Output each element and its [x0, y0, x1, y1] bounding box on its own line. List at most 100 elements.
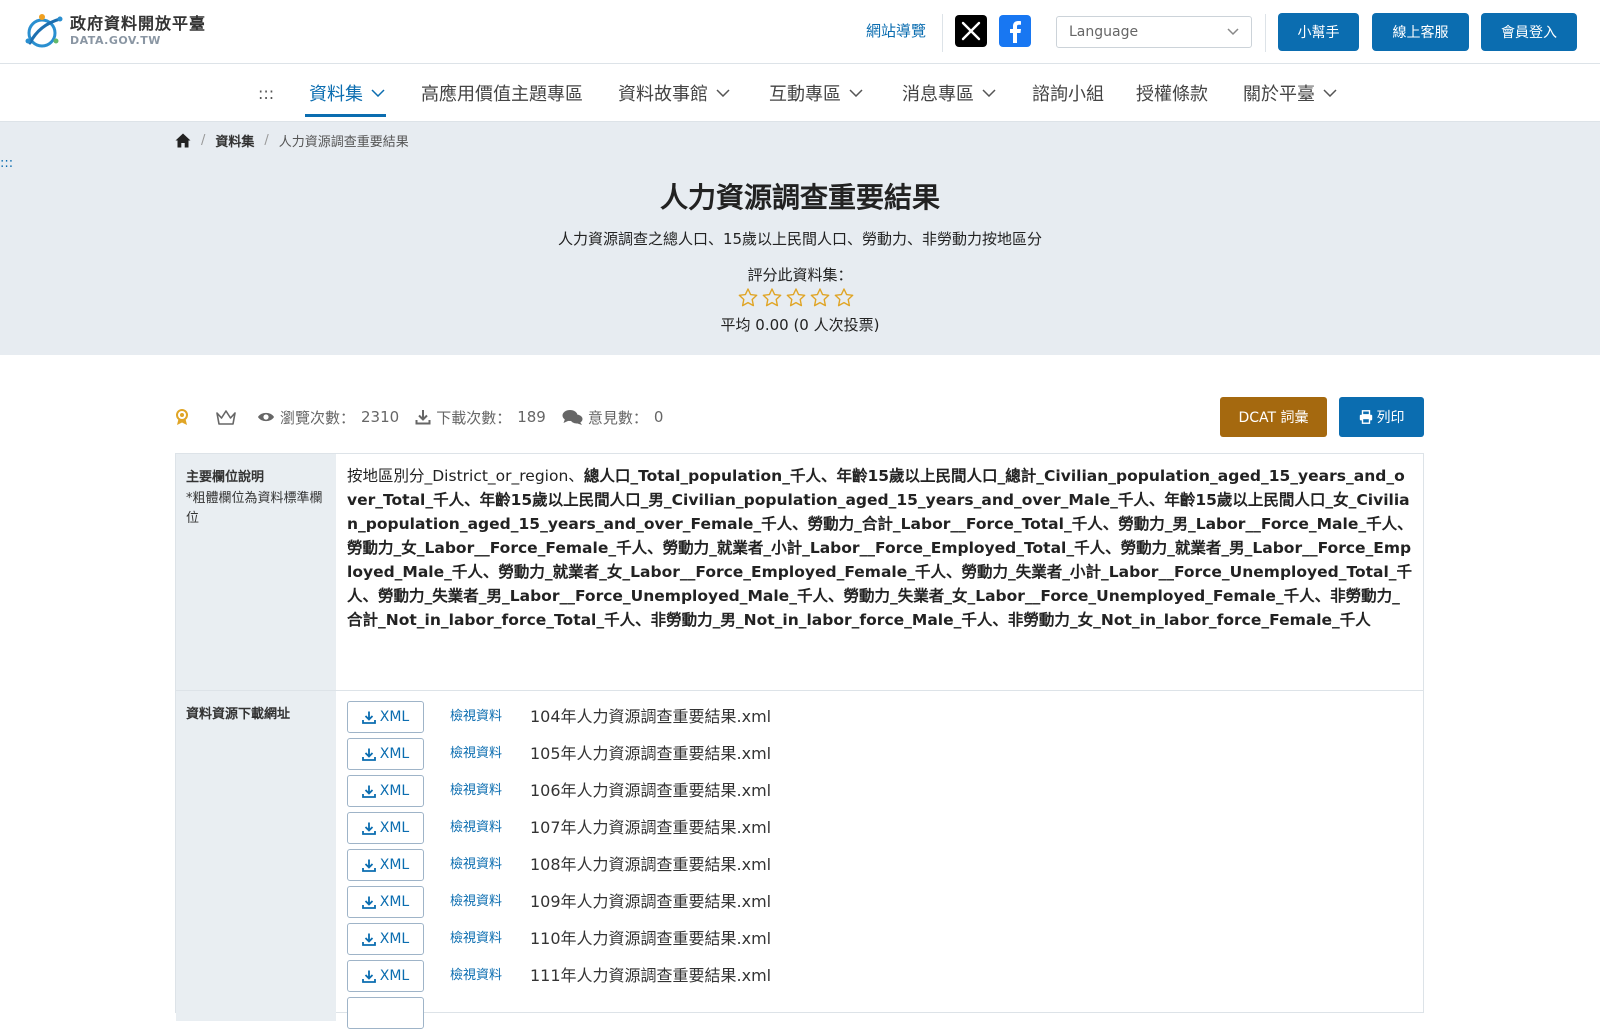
online-service-button[interactable]: 線上客服	[1372, 13, 1469, 51]
view-data-link[interactable]: 檢視資料	[450, 964, 506, 988]
xml-download-button[interactable]: XML	[347, 701, 424, 733]
main-fields-plain: 按地區別分_District_or_region、	[347, 467, 584, 485]
star-icon[interactable]	[738, 288, 758, 307]
rate-label: 評分此資料集：	[747, 266, 853, 284]
nav-item-license[interactable]: 授權條款	[1136, 78, 1208, 108]
content-skip-anchor[interactable]: :::	[0, 156, 13, 171]
view-data-link[interactable]: 檢視資料	[450, 890, 506, 914]
view-data-link[interactable]: 檢視資料	[450, 742, 506, 766]
star-icon[interactable]	[786, 288, 806, 307]
resource-item: XML 檢視資料 109年人力資源調查重要結果.xml	[347, 886, 771, 918]
xml-download-button[interactable]: XML	[347, 886, 424, 918]
resource-filename: 104年人力資源調查重要結果.xml	[530, 707, 772, 726]
header-divider	[1265, 14, 1266, 52]
breadcrumb: / 資料集 / 人力資源調查重要結果	[175, 128, 409, 152]
nav-item-about[interactable]: 關於平臺	[1243, 78, 1337, 108]
resource-item: XML 檢視資料 107年人力資源調查重要結果.xml	[347, 812, 771, 844]
xml-download-button[interactable]: XML	[347, 849, 424, 881]
view-data-link[interactable]: 檢視資料	[450, 779, 506, 803]
main-fields-header: 主要欄位說明 *粗體欄位為資料標準欄位	[176, 454, 336, 690]
download-icon	[361, 822, 376, 835]
star-icon[interactable]	[810, 288, 830, 307]
resource-filename: 105年人力資源調查重要結果.xml	[530, 744, 772, 763]
nav-item-high-value[interactable]: 高應用價值主題專區	[421, 78, 583, 108]
xml-download-button[interactable]: XML	[347, 738, 424, 770]
xml-download-button[interactable]: XML	[347, 812, 424, 844]
view-data-link[interactable]: 檢視資料	[450, 816, 506, 840]
xml-download-button[interactable]	[347, 997, 424, 1029]
nav-item-label: 授權條款	[1136, 84, 1208, 105]
xml-download-label: XML	[379, 968, 410, 984]
logo-subtitle: DATA.GOV.TW	[70, 34, 161, 47]
breadcrumb-separator: /	[264, 132, 269, 148]
x-twitter-icon[interactable]	[955, 15, 987, 47]
resource-item: XML 檢視資料 105年人力資源調查重要結果.xml	[347, 738, 771, 770]
view-count: 瀏覽次數： 2310	[257, 407, 399, 428]
nav-item-advisory[interactable]: 諮詢小組	[1032, 78, 1104, 108]
member-login-button[interactable]: 會員登入	[1481, 13, 1577, 51]
xml-download-label: XML	[379, 857, 410, 873]
main-fields-note: *粗體欄位為資料標準欄位	[186, 491, 323, 526]
resources-row: 資料資源下載網址 XML 檢視資料 104年人力資源調查重要結果.xml XML…	[176, 691, 1423, 1029]
star-icon[interactable]	[834, 288, 854, 307]
resource-filename: 108年人力資源調查重要結果.xml	[530, 855, 772, 874]
comments-icon	[562, 410, 583, 425]
logo-title: 政府資料開放平臺	[70, 14, 207, 33]
view-data-link[interactable]: 檢視資料	[450, 927, 506, 951]
resource-filename: 109年人力資源調查重要結果.xml	[530, 892, 772, 911]
dcat-vocabulary-button[interactable]: DCAT 詞彙	[1220, 397, 1327, 437]
xml-download-button[interactable]: XML	[347, 960, 424, 992]
breadcrumb-separator: /	[201, 132, 206, 148]
nav-item-label: 關於平臺	[1243, 84, 1315, 105]
main-nav: ::: 資料集 高應用價值主題專區 資料故事館 互動專區 消息專區 諮詢小組 授…	[0, 64, 1600, 122]
nav-skip-anchor[interactable]: :::	[258, 78, 274, 108]
home-icon[interactable]	[175, 133, 191, 148]
dataset-hero: / 資料集 / 人力資源調查重要結果 ::: 人力資源調查重要結果 人力資源調查…	[0, 122, 1600, 355]
nav-active-indicator	[305, 114, 386, 117]
dataset-stats: 瀏覽次數： 2310 下載次數： 189 意見數： 0	[175, 405, 679, 429]
nav-item-datasets[interactable]: 資料集	[309, 78, 385, 108]
resource-filename: 111年人力資源調查重要結果.xml	[530, 966, 772, 985]
print-button[interactable]: 列印	[1339, 397, 1424, 437]
resource-item: XML 檢視資料 108年人力資源調查重要結果.xml	[347, 849, 771, 881]
xml-download-button[interactable]: XML	[347, 775, 424, 807]
resource-filename: 110年人力資源調查重要結果.xml	[530, 929, 772, 948]
main-fields-standard: 總人口_Total_population_千人、年齡15歲以上民間人口_總計_C…	[347, 467, 1413, 629]
crown-badge	[216, 409, 241, 425]
sitemap-link[interactable]: 網站導覽	[866, 20, 926, 41]
view-count-value: 2310	[361, 408, 400, 426]
language-select[interactable]: Language	[1056, 16, 1252, 48]
nav-item-label: 高應用價值主題專區	[421, 84, 583, 105]
language-select-placeholder: Language	[1069, 24, 1139, 40]
view-data-link[interactable]: 檢視資料	[450, 705, 506, 729]
download-icon	[415, 410, 431, 425]
breadcrumb-datasets-link[interactable]: 資料集	[215, 131, 254, 150]
main-fields-content: 按地區別分_District_or_region、總人口_Total_popul…	[337, 454, 1423, 690]
eye-icon	[258, 412, 274, 422]
chevron-down-icon	[1323, 89, 1337, 97]
dataset-description: 人力資源調查之總人口、15歲以上民間人口、勞動力、非勞動力按地區分	[557, 230, 1043, 248]
nav-item-news[interactable]: 消息專區	[902, 78, 996, 108]
chevron-down-icon	[1227, 28, 1239, 36]
xml-download-button[interactable]: XML	[347, 923, 424, 955]
xml-download-label: XML	[379, 783, 410, 799]
nav-item-interactive[interactable]: 互動專區	[769, 78, 863, 108]
chevron-down-icon	[371, 89, 385, 97]
average-rating: 平均 0.00 (0 人次投票)	[720, 316, 880, 334]
facebook-icon[interactable]	[999, 15, 1031, 47]
star-icon[interactable]	[762, 288, 782, 307]
view-data-link[interactable]: 檢視資料	[450, 853, 506, 877]
nav-item-stories[interactable]: 資料故事館	[618, 78, 730, 108]
resource-item: XML 檢視資料 110年人力資源調查重要結果.xml	[347, 923, 771, 955]
nav-item-label: 資料集	[309, 84, 363, 105]
download-count: 下載次數： 189	[415, 407, 546, 428]
printer-icon	[1359, 410, 1372, 424]
print-button-label: 列印	[1376, 410, 1405, 426]
dataset-info-table: 主要欄位說明 *粗體欄位為資料標準欄位 按地區別分_District_or_re…	[175, 453, 1424, 1029]
nav-item-label: 諮詢小組	[1032, 84, 1104, 105]
chevron-down-icon	[982, 89, 996, 97]
site-logo[interactable]: 政府資料開放平臺 DATA.GOV.TW	[22, 11, 206, 51]
download-count-label: 下載次數：	[436, 408, 512, 427]
download-icon	[361, 933, 376, 946]
helper-button[interactable]: 小幫手	[1278, 13, 1359, 51]
